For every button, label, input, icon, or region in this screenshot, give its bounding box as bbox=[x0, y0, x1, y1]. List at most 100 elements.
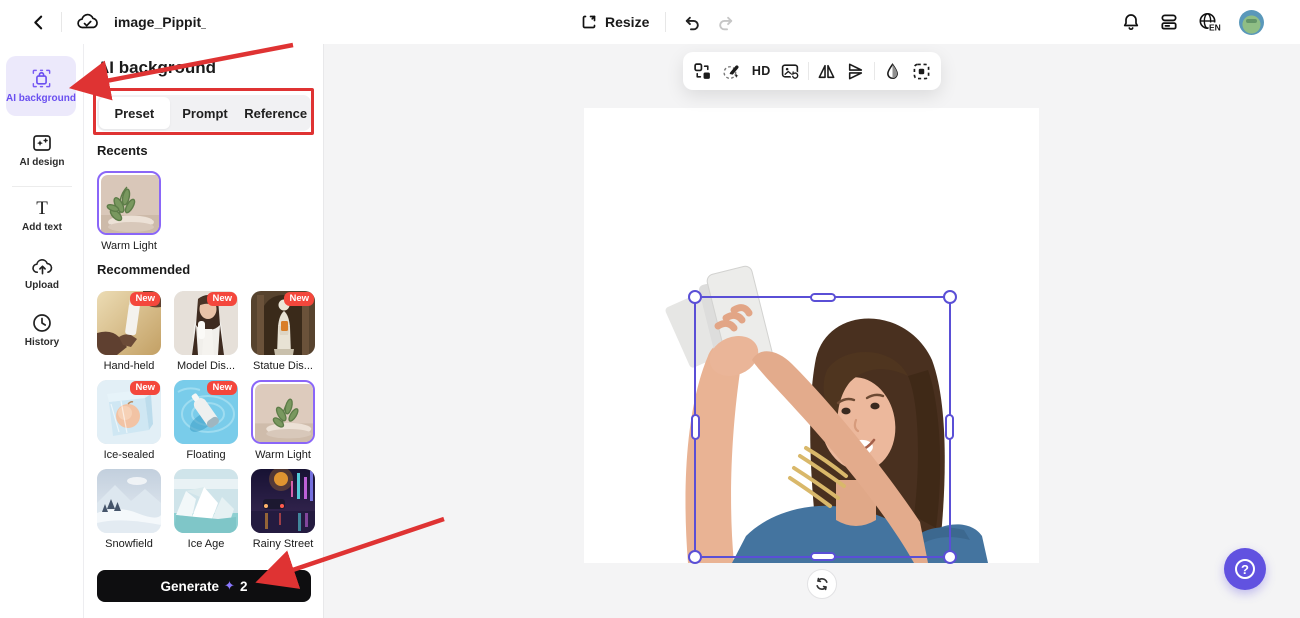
add-text-icon: T bbox=[31, 197, 53, 219]
language-code: EN bbox=[1209, 22, 1221, 32]
recommended-heading: Recommended bbox=[97, 262, 190, 277]
new-badge: New bbox=[207, 292, 237, 306]
ai-background-icon bbox=[30, 67, 53, 90]
selection-handle-left[interactable] bbox=[691, 414, 700, 440]
new-badge: New bbox=[207, 381, 237, 395]
sidebar-item-label: History bbox=[6, 337, 78, 350]
preset-tile-recent-warm-light[interactable]: Warm Light bbox=[97, 171, 161, 252]
ai-eraser-icon bbox=[722, 62, 741, 81]
image-refresh-button[interactable] bbox=[779, 57, 802, 85]
flip-horizontal-icon bbox=[817, 62, 836, 81]
preset-label: Rainy Street bbox=[251, 538, 315, 550]
upload-icon bbox=[31, 255, 54, 277]
toolbar-divider bbox=[808, 62, 809, 80]
recents-heading: Recents bbox=[97, 143, 148, 158]
preset-tabstrip: Preset Prompt Reference bbox=[97, 95, 311, 131]
toolbar-divider bbox=[874, 62, 875, 80]
generate-button[interactable]: Generate ✦ 2 bbox=[97, 570, 311, 602]
preset-label: Statue Dis... bbox=[251, 360, 315, 372]
preset-label: Ice-sealed bbox=[97, 449, 161, 461]
preset-label: Warm Light bbox=[97, 240, 161, 252]
preset-thumbnail bbox=[97, 171, 161, 235]
preset-tile-hand-held[interactable]: New Hand-held bbox=[97, 291, 161, 372]
new-badge: New bbox=[284, 292, 314, 306]
tab-reference[interactable]: Reference bbox=[240, 97, 311, 129]
flip-vertical-button[interactable] bbox=[844, 57, 867, 85]
flip-horizontal-button[interactable] bbox=[815, 57, 838, 85]
selection-handle-top[interactable] bbox=[810, 293, 836, 302]
preset-thumbnail bbox=[251, 380, 315, 444]
preset-tile-statue-display[interactable]: New Statue Dis... bbox=[251, 291, 315, 372]
frame-button[interactable] bbox=[910, 57, 933, 85]
preset-thumbnail bbox=[174, 469, 238, 533]
globe-icon: EN bbox=[1197, 11, 1221, 33]
selection-handle-bottom[interactable] bbox=[810, 552, 836, 561]
ai-background-panel: AI background Preset Prompt Reference Re… bbox=[84, 44, 324, 618]
preset-tile-rainy-street[interactable]: Rainy Street bbox=[251, 469, 315, 550]
tools-sidebar: AI background AI design T Add text Uploa… bbox=[0, 44, 84, 618]
opacity-button[interactable] bbox=[880, 57, 903, 85]
sidebar-item-history[interactable]: History bbox=[0, 312, 84, 350]
generate-label: Generate bbox=[161, 579, 220, 594]
preset-thumbnail: New bbox=[97, 380, 161, 444]
user-avatar[interactable] bbox=[1239, 10, 1264, 35]
preset-label: Snowfield bbox=[97, 538, 161, 550]
preset-label: Warm Light bbox=[251, 449, 315, 461]
preset-tile-ice-sealed[interactable]: New Ice-sealed bbox=[97, 380, 161, 461]
sidebar-item-upload[interactable]: Upload bbox=[0, 255, 84, 293]
chevron-left-icon bbox=[30, 14, 47, 31]
selection-handle-se[interactable] bbox=[943, 550, 957, 564]
canvas[interactable] bbox=[584, 108, 1039, 563]
sidebar-item-label: Upload bbox=[6, 280, 78, 293]
bell-icon bbox=[1121, 12, 1141, 32]
divider bbox=[665, 12, 666, 32]
language-button[interactable]: EN bbox=[1197, 11, 1221, 33]
preset-label: Ice Age bbox=[174, 538, 238, 550]
preset-thumbnail: New bbox=[174, 291, 238, 355]
selection-handle-ne[interactable] bbox=[943, 290, 957, 304]
preset-tile-snowfield[interactable]: Snowfield bbox=[97, 469, 161, 550]
selection-handle-right[interactable] bbox=[945, 414, 954, 440]
panel-title: AI background bbox=[97, 58, 216, 78]
notifications-button[interactable] bbox=[1121, 12, 1141, 32]
tab-preset[interactable]: Preset bbox=[99, 97, 170, 129]
ai-retouch-button[interactable] bbox=[720, 57, 743, 85]
sidebar-item-label: AI background bbox=[5, 93, 77, 106]
selection-handle-nw[interactable] bbox=[688, 290, 702, 304]
back-button[interactable] bbox=[30, 14, 47, 31]
svg-text:T: T bbox=[36, 198, 48, 219]
redo-button[interactable] bbox=[717, 13, 736, 32]
regenerate-button[interactable] bbox=[807, 569, 837, 599]
new-badge: New bbox=[130, 292, 160, 306]
preset-tile-ice-age[interactable]: Ice Age bbox=[174, 469, 238, 550]
flip-vertical-icon bbox=[846, 62, 865, 81]
frame-icon bbox=[912, 62, 931, 81]
sidebar-item-ai-design[interactable]: AI design bbox=[0, 132, 84, 170]
help-button[interactable]: ? bbox=[1224, 548, 1266, 590]
export-button[interactable] bbox=[1159, 12, 1179, 32]
selection-handle-sw[interactable] bbox=[688, 550, 702, 564]
topbar: image_Pippit_20 Resize bbox=[0, 0, 1300, 44]
preset-label: Floating bbox=[174, 449, 238, 461]
credits-icon: ✦ bbox=[224, 578, 235, 594]
recommended-grid: New Hand-held New Model Dis... New Statu… bbox=[97, 291, 317, 550]
sidebar-item-ai-background[interactable]: AI background bbox=[6, 56, 76, 116]
preset-tile-warm-light[interactable]: Warm Light bbox=[251, 380, 315, 461]
preset-tile-model-display[interactable]: New Model Dis... bbox=[174, 291, 238, 372]
cutout-button[interactable] bbox=[691, 57, 714, 85]
selection-box[interactable] bbox=[694, 296, 951, 558]
preset-thumbnail: New bbox=[174, 380, 238, 444]
refresh-icon bbox=[814, 576, 830, 592]
preset-label: Hand-held bbox=[97, 360, 161, 372]
document-title[interactable]: image_Pippit_20 bbox=[114, 14, 206, 30]
undo-button[interactable] bbox=[682, 13, 701, 32]
sidebar-item-add-text[interactable]: T Add text bbox=[0, 197, 84, 235]
sidebar-item-label: Add text bbox=[6, 222, 78, 235]
hd-enhance-button[interactable]: HD bbox=[750, 57, 773, 85]
cloud-saved-icon bbox=[76, 13, 100, 31]
opacity-icon bbox=[883, 62, 902, 81]
resize-button[interactable]: Resize bbox=[580, 13, 649, 31]
preset-tile-floating[interactable]: New Floating bbox=[174, 380, 238, 461]
tab-prompt[interactable]: Prompt bbox=[170, 97, 241, 129]
preset-label: Model Dis... bbox=[174, 360, 238, 372]
